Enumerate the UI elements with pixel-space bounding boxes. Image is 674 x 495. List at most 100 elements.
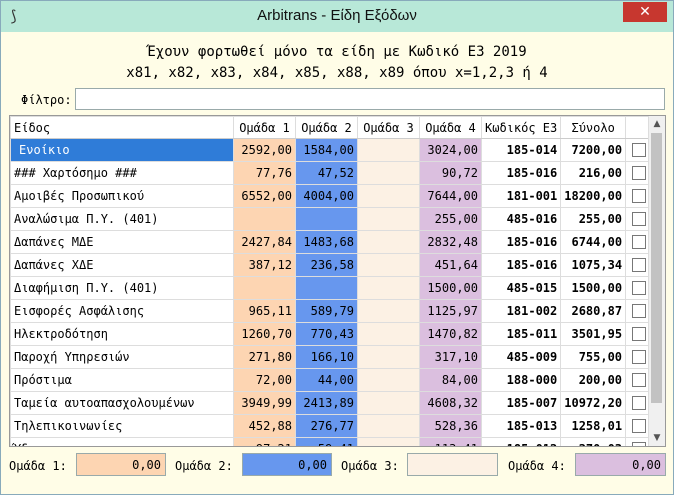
table-row[interactable]: Τηλεπικοινωνίες 452,88 276,77 528,36 185-013… (10, 414, 654, 438)
e3-code-cell[interactable]: 181-002 (480, 299, 562, 323)
table-row[interactable]: Εισφορές Ασφάλισης 965,11 589,79 1125,97 181… (10, 299, 654, 323)
group2-cell[interactable]: 276,77 (295, 414, 358, 438)
item-name-cell[interactable]: Διαφήμιση Π.Υ. (401) (10, 276, 234, 300)
col-header-group4[interactable]: Ομάδα 4 (419, 116, 482, 139)
group4-cell[interactable]: 7644,00 (419, 184, 482, 208)
e3-code-cell[interactable]: 485-015 (480, 276, 562, 300)
e3-code-cell[interactable]: 185-014 (480, 138, 562, 162)
table-row[interactable]: Αναλώσιμα Π.Υ. (401) 255,00 485-016 255,00 (10, 207, 654, 231)
item-name-cell[interactable]: Αμοιβές Προσωπικού (10, 184, 234, 208)
group3-cell[interactable] (357, 437, 420, 446)
group3-cell[interactable] (357, 138, 420, 162)
group3-cell[interactable] (357, 230, 420, 254)
e3-code-cell[interactable]: 185-007 (480, 391, 562, 415)
item-name-cell[interactable]: Ταμεία αυτοαπασχολουμένων (10, 391, 234, 415)
group2-total-field[interactable]: 0,00 (242, 453, 332, 476)
group2-cell[interactable]: 59,41 (295, 437, 358, 446)
group1-cell[interactable] (233, 207, 296, 231)
row-checkbox[interactable] (632, 327, 647, 342)
scroll-down-icon[interactable]: ▼ (649, 430, 665, 446)
table-row[interactable]: ### Χαρτόσημο ### 77,76 47,52 90,72 185-016 2… (10, 161, 654, 185)
total-cell[interactable]: 7200,00 (560, 138, 627, 162)
total-cell[interactable]: 216,00 (560, 161, 627, 185)
group2-cell[interactable]: 1584,00 (295, 138, 358, 162)
table-row[interactable]: Διαφήμιση Π.Υ. (401) 1500,00 485-015 1500,0… (10, 276, 654, 300)
row-checkbox[interactable] (632, 350, 647, 365)
group4-cell[interactable]: 90,72 (419, 161, 482, 185)
col-header-group2[interactable]: Ομάδα 2 (295, 116, 358, 139)
group3-cell[interactable] (357, 253, 420, 277)
row-checkbox[interactable] (632, 396, 647, 411)
e3-code-cell[interactable]: 185-013 (480, 414, 562, 438)
col-header-total[interactable]: Σύνολο (560, 116, 627, 139)
table-row[interactable]: Παροχή Υπηρεσιών 271,80 166,10 317,10 485-00… (10, 345, 654, 369)
total-cell[interactable]: 755,00 (560, 345, 627, 369)
group1-cell[interactable]: 387,12 (233, 253, 296, 277)
group1-cell[interactable]: 77,76 (233, 161, 296, 185)
total-cell[interactable]: 1075,34 (560, 253, 627, 277)
table-row[interactable]: Δαπάνες ΜΔΕ 2427,84 1483,68 2832,48 185-016 6… (10, 230, 654, 254)
group2-cell[interactable]: 1483,68 (295, 230, 358, 254)
group1-cell[interactable]: 97,21 (233, 437, 296, 446)
close-button[interactable]: ✕ (623, 2, 667, 22)
group3-cell[interactable] (357, 414, 420, 438)
group1-total-field[interactable]: 0,00 (76, 453, 166, 476)
group4-cell[interactable]: 1125,97 (419, 299, 482, 323)
group2-cell[interactable]: 47,52 (295, 161, 358, 185)
row-checkbox[interactable] (632, 189, 647, 204)
group4-cell[interactable]: 528,36 (419, 414, 482, 438)
group3-cell[interactable] (357, 345, 420, 369)
e3-code-cell[interactable]: 185-012 (480, 437, 562, 446)
expense-grid[interactable]: Είδος Ομάδα 1 Ομάδα 2 Ομάδα 3 Ομάδα 4 Κω… (9, 115, 666, 447)
item-name-cell[interactable]: Εισφορές Ασφάλισης (10, 299, 234, 323)
group3-cell[interactable] (357, 322, 420, 346)
group4-cell[interactable]: 451,64 (419, 253, 482, 277)
group3-cell[interactable] (357, 391, 420, 415)
col-header-item[interactable]: Είδος (10, 116, 234, 139)
scroll-thumb[interactable] (651, 133, 662, 403)
group4-cell[interactable]: 255,00 (419, 207, 482, 231)
filter-input[interactable] (75, 88, 665, 110)
table-row[interactable]: Ύδρευση97,2159,41 113,41185-012270,03 (10, 437, 654, 446)
total-cell[interactable]: 200,00 (560, 368, 627, 392)
group4-cell[interactable]: 2832,48 (419, 230, 482, 254)
total-cell[interactable]: 255,00 (560, 207, 627, 231)
group4-cell[interactable]: 1470,82 (419, 322, 482, 346)
item-name-cell[interactable]: Ενοίκιο (10, 138, 234, 162)
total-cell[interactable]: 3501,95 (560, 322, 627, 346)
total-cell[interactable]: 10972,20 (560, 391, 627, 415)
item-name-cell[interactable]: Πρόστιμα (10, 368, 234, 392)
group4-total-field[interactable]: 0,00 (575, 453, 666, 476)
e3-code-cell[interactable]: 185-016 (480, 161, 562, 185)
group2-cell[interactable]: 166,10 (295, 345, 358, 369)
scroll-up-icon[interactable]: ▲ (649, 116, 665, 132)
group1-cell[interactable]: 72,00 (233, 368, 296, 392)
item-name-cell[interactable]: Δαπάνες ΜΔΕ (10, 230, 234, 254)
group4-cell[interactable]: 1500,00 (419, 276, 482, 300)
table-row[interactable]: Ηλεκτροδότηση 1260,70 770,43 1470,82 185-011… (10, 322, 654, 346)
item-name-cell[interactable]: Ύδρευση (10, 437, 234, 446)
item-name-cell[interactable]: ### Χαρτόσημο ### (10, 161, 234, 185)
group1-cell[interactable]: 2592,00 (233, 138, 296, 162)
group3-cell[interactable] (357, 368, 420, 392)
row-checkbox[interactable] (632, 304, 647, 319)
group3-total-field[interactable] (407, 453, 498, 476)
group2-cell[interactable]: 4004,00 (295, 184, 358, 208)
total-cell[interactable]: 1500,00 (560, 276, 627, 300)
row-checkbox[interactable] (632, 442, 647, 446)
item-name-cell[interactable]: Δαπάνες ΧΔΕ (10, 253, 234, 277)
col-header-e3-code[interactable]: Κωδικός Ε3 (480, 116, 562, 139)
group2-cell[interactable] (295, 276, 358, 300)
group2-cell[interactable]: 44,00 (295, 368, 358, 392)
group1-cell[interactable]: 3949,99 (233, 391, 296, 415)
col-header-group1[interactable]: Ομάδα 1 (233, 116, 296, 139)
group4-cell[interactable]: 317,10 (419, 345, 482, 369)
e3-code-cell[interactable]: 185-016 (480, 253, 562, 277)
total-cell[interactable]: 2680,87 (560, 299, 627, 323)
group2-cell[interactable]: 770,43 (295, 322, 358, 346)
group1-cell[interactable]: 271,80 (233, 345, 296, 369)
group2-cell[interactable]: 589,79 (295, 299, 358, 323)
e3-code-cell[interactable]: 188-000 (480, 368, 562, 392)
group1-cell[interactable]: 6552,00 (233, 184, 296, 208)
e3-code-cell[interactable]: 485-009 (480, 345, 562, 369)
